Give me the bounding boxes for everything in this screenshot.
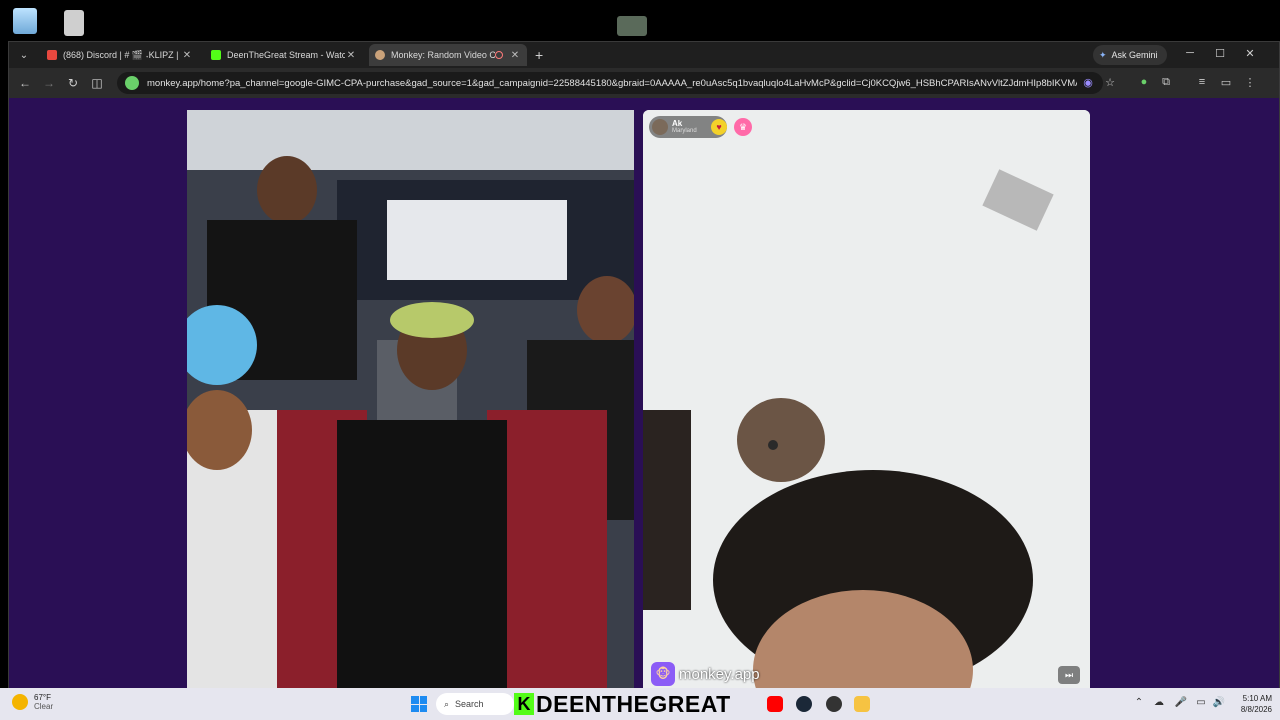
weather-sun-icon bbox=[12, 694, 28, 710]
tab-kick-stream[interactable]: DeenTheGreat Stream - Watch ✕ bbox=[205, 44, 363, 66]
streamer-name: DEENTHEGREAT bbox=[536, 691, 731, 717]
close-window-icon[interactable]: ✕ bbox=[1243, 47, 1257, 60]
site-info-icon[interactable] bbox=[125, 76, 139, 90]
streamer-overlay: K DEENTHEGREAT bbox=[514, 691, 731, 717]
peer-name: Ak bbox=[672, 118, 683, 128]
clock-time: 5:10 AM bbox=[1242, 694, 1272, 703]
discord-favicon-icon bbox=[47, 50, 57, 60]
monkey-favicon-icon bbox=[375, 50, 385, 60]
new-tab-button[interactable]: + bbox=[535, 47, 543, 63]
search-label: Search bbox=[455, 699, 484, 709]
tab-discord[interactable]: (868) Discord | # 🎬 ˖KLIPZ | 𝔖𝔭𝔞 ✕ bbox=[41, 44, 199, 66]
tab-search-icon[interactable]: ⌄ bbox=[13, 44, 35, 66]
close-tab-icon[interactable]: ✕ bbox=[509, 50, 521, 61]
browser-toolbar: ← → ↻ ◫ monkey.app/home?pa_channel=googl… bbox=[9, 68, 1279, 98]
desktop-shortcut-icon[interactable] bbox=[64, 10, 84, 36]
volume-icon[interactable]: 🔊 bbox=[1212, 697, 1226, 708]
steam-icon[interactable] bbox=[796, 696, 812, 712]
bookmark-star-icon[interactable]: ☆ bbox=[1103, 76, 1117, 90]
desktop-shortcut-icon-2[interactable] bbox=[617, 16, 647, 36]
url-text[interactable]: monkey.app/home?pa_channel=google-GIMC-C… bbox=[147, 78, 1077, 89]
monkey-logo-icon: 🐵 bbox=[651, 662, 675, 686]
youtube-icon[interactable] bbox=[767, 696, 783, 712]
tab-bar: ⌄ (868) Discord | # 🎬 ˖KLIPZ | 𝔖𝔭𝔞 ✕ Dee… bbox=[9, 42, 1279, 68]
maximize-icon[interactable]: ☐ bbox=[1213, 47, 1227, 60]
tab-title: (868) Discord | # 🎬 ˖KLIPZ | 𝔖𝔭𝔞 bbox=[63, 49, 181, 60]
menu-dots-icon[interactable]: ⋮ bbox=[1243, 76, 1257, 90]
heart-icon[interactable]: ♥ bbox=[711, 119, 727, 135]
split-view-icon[interactable]: ◫ bbox=[85, 76, 109, 90]
brand-text: monkey.app bbox=[679, 665, 760, 683]
peer-location: Maryland bbox=[672, 127, 697, 134]
reading-list-icon[interactable]: ≡ bbox=[1195, 76, 1209, 90]
recording-indicator-icon bbox=[495, 51, 503, 59]
file-explorer-icon[interactable] bbox=[854, 696, 870, 712]
weather-widget[interactable]: 67°F Clear bbox=[12, 693, 53, 711]
tab-title: Monkey: Random Video Ch bbox=[391, 50, 495, 60]
local-video-feed bbox=[187, 110, 634, 688]
weather-temp: 67°F bbox=[34, 693, 51, 702]
system-clock[interactable]: 5:10 AM 8/8/2026 bbox=[1228, 693, 1272, 715]
tab-title: DeenTheGreat Stream - Watch bbox=[227, 50, 345, 60]
browser-window: ⌄ (868) Discord | # 🎬 ˖KLIPZ | 𝔖𝔭𝔞 ✕ Dee… bbox=[8, 41, 1280, 688]
close-tab-icon[interactable]: ✕ bbox=[345, 50, 357, 61]
avatar bbox=[652, 119, 668, 135]
onedrive-icon[interactable]: ☁ bbox=[1152, 697, 1166, 708]
extension-icon[interactable]: ◉ bbox=[1081, 76, 1095, 90]
back-icon[interactable]: ← bbox=[13, 76, 37, 90]
start-button[interactable] bbox=[411, 696, 427, 712]
monkey-app-page: Ak Maryland ♥ ♛ 🐵 monkey.app ⏭ bbox=[9, 98, 1279, 688]
tab-monkey[interactable]: Monkey: Random Video Ch ✕ bbox=[369, 44, 527, 66]
ask-gemini-label: Ask Gemini bbox=[1111, 50, 1158, 60]
chrome-icon[interactable] bbox=[826, 696, 842, 712]
close-tab-icon[interactable]: ✕ bbox=[181, 50, 193, 61]
address-bar[interactable]: monkey.app/home?pa_channel=google-GIMC-C… bbox=[117, 72, 1103, 94]
monkey-watermark: 🐵 monkey.app bbox=[651, 662, 760, 686]
display-icon[interactable]: ▭ bbox=[1194, 697, 1208, 708]
kick-favicon-icon bbox=[211, 50, 221, 60]
extensions-puzzle-icon[interactable]: ⧉ bbox=[1159, 76, 1173, 90]
skip-button[interactable]: ⏭ bbox=[1058, 666, 1080, 684]
gift-icon[interactable]: ♛ bbox=[734, 118, 752, 136]
gemini-icon: ✦ bbox=[1099, 49, 1107, 60]
minimize-icon[interactable]: ─ bbox=[1183, 47, 1197, 59]
media-control-icon[interactable]: ▭ bbox=[1219, 76, 1233, 90]
peer-profile-badge[interactable]: Ak Maryland ♥ bbox=[649, 116, 727, 138]
forward-icon[interactable]: → bbox=[37, 76, 61, 90]
ask-gemini-button[interactable]: ✦ Ask Gemini bbox=[1093, 45, 1167, 65]
weather-desc: Clear bbox=[34, 702, 54, 711]
taskbar: 67°F Clear ⌕ Search K DEENTHEGREAT ⌃ ☁ 🎤… bbox=[0, 688, 1280, 720]
microphone-icon[interactable]: 🎤 bbox=[1174, 697, 1188, 708]
remote-video-feed: Ak Maryland ♥ ♛ 🐵 monkey.app ⏭ bbox=[643, 110, 1090, 688]
taskbar-search[interactable]: ⌕ Search bbox=[436, 693, 514, 715]
remote-video-image bbox=[643, 110, 1090, 688]
local-video-image bbox=[187, 110, 634, 688]
clock-date: 8/8/2026 bbox=[1240, 705, 1272, 714]
tray-overflow-icon[interactable]: ⌃ bbox=[1132, 697, 1146, 708]
profile-extension-icon[interactable]: ● bbox=[1137, 76, 1151, 90]
search-icon: ⌕ bbox=[444, 698, 450, 709]
recycle-bin-icon[interactable] bbox=[13, 8, 37, 34]
reload-icon[interactable]: ↻ bbox=[61, 76, 85, 90]
kick-logo-icon: K bbox=[514, 693, 534, 715]
